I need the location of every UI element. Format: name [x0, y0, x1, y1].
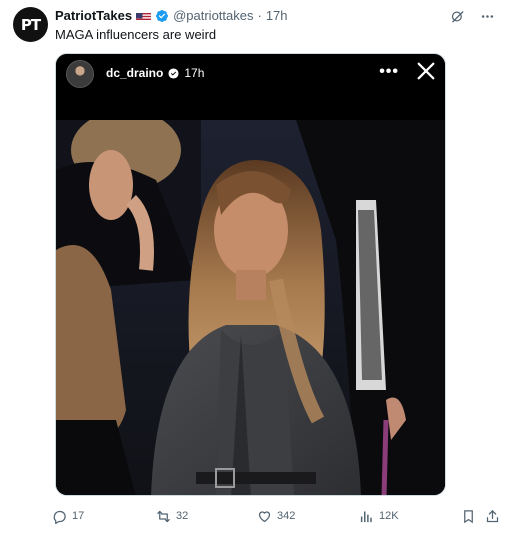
tweet-text: MAGA influencers are weird [55, 27, 217, 42]
views-count: 12K [379, 510, 399, 522]
close-icon [417, 62, 435, 80]
repost-icon [157, 510, 170, 522]
repost-button[interactable]: 32 [156, 505, 188, 527]
share-icon [486, 509, 499, 522]
story-time: 17h [184, 66, 205, 80]
bookmark-button[interactable] [461, 505, 476, 527]
story-verified-icon [168, 67, 179, 79]
action-bar: 17 32 342 12K [52, 505, 504, 527]
story-user: dc_draino 17h [106, 66, 204, 80]
avatar-text: PT [20, 15, 41, 34]
timestamp[interactable]: 17h [266, 8, 288, 23]
photo-illustration [56, 120, 445, 495]
display-name[interactable]: PatriotTakes [55, 8, 132, 23]
avatar[interactable]: PT [13, 7, 48, 42]
reply-button[interactable]: 17 [52, 505, 84, 527]
verified-badge-icon [155, 9, 169, 23]
us-flag-icon [136, 11, 152, 21]
story-avatar [66, 60, 94, 88]
views-button[interactable]: 12K [359, 505, 399, 527]
separator: · [257, 8, 262, 23]
reply-count: 17 [72, 510, 85, 522]
like-button[interactable]: 342 [257, 505, 295, 527]
like-count: 342 [277, 510, 296, 522]
reply-icon [53, 510, 66, 524]
header-actions [448, 7, 496, 25]
repost-count: 32 [176, 510, 189, 522]
grok-icon[interactable] [448, 7, 466, 25]
story-username: dc_draino [106, 66, 164, 80]
tweet-header: PatriotTakes @patriottakes · 17h [55, 8, 288, 23]
handle[interactable]: @patriottakes [173, 8, 253, 23]
media-card[interactable]: dc_draino 17h ••• [55, 53, 446, 496]
tweet: PT PatriotTakes @patriottakes · 17h MAGA… [0, 0, 508, 540]
bookmark-icon [464, 509, 473, 523]
like-icon [258, 510, 271, 522]
story-header: dc_draino 17h ••• [56, 54, 445, 120]
story-more-icon: ••• [379, 63, 399, 80]
more-icon[interactable] [478, 7, 496, 25]
views-icon [360, 511, 372, 522]
story-photo [56, 120, 445, 495]
share-button[interactable] [485, 505, 500, 527]
